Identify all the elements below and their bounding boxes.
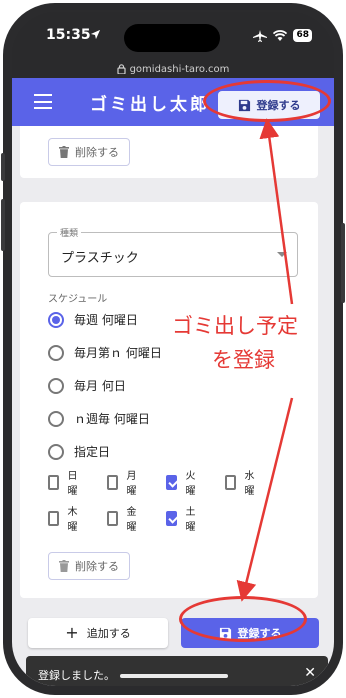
lock-icon bbox=[116, 64, 126, 74]
delete-button[interactable]: 削除する bbox=[48, 552, 130, 580]
plus-icon: + bbox=[65, 623, 79, 642]
schedule-option-monthly-day[interactable]: 毎月 何日 bbox=[48, 377, 126, 394]
type-select[interactable]: 種類 プラスチック bbox=[48, 226, 298, 277]
weekday-label: 月曜 bbox=[126, 471, 137, 497]
checkbox[interactable] bbox=[166, 474, 178, 490]
add-button-label: 追加する bbox=[86, 627, 131, 640]
side-button bbox=[341, 223, 345, 303]
schedule-option-specific-date[interactable]: 指定日 bbox=[48, 443, 110, 460]
menu-icon[interactable] bbox=[34, 94, 52, 109]
garbage-card-previous: 削除する bbox=[20, 126, 318, 178]
snackbar: 登録しました。 ✕ bbox=[26, 656, 328, 686]
side-button bbox=[1, 153, 5, 181]
trash-icon bbox=[59, 560, 69, 572]
schedule-option-label: ｎ週毎 何曜日 bbox=[74, 412, 150, 426]
trash-icon bbox=[59, 146, 69, 158]
checkbox[interactable] bbox=[166, 510, 178, 526]
garbage-card: 種類 プラスチック スケジュール 毎週 何曜日 毎月第ｎ 何曜日 毎月 何日 ｎ… bbox=[20, 202, 318, 598]
schedule-label: スケジュール bbox=[48, 294, 108, 305]
schedule-option-label: 毎週 何曜日 bbox=[74, 313, 138, 327]
weekday-label: 水曜 bbox=[244, 471, 255, 497]
weekday-checkbox-mon[interactable]: 月曜 bbox=[107, 467, 140, 497]
home-indicator bbox=[120, 674, 228, 678]
status-bar: 15:35 68 bbox=[12, 12, 334, 64]
schedule-option-label: 毎月第ｎ 何曜日 bbox=[74, 346, 162, 360]
annotation-text-line2: を登録 bbox=[212, 348, 275, 372]
radio-button[interactable] bbox=[48, 311, 64, 328]
checkbox[interactable] bbox=[107, 474, 119, 490]
schedule-option-monthly-nth[interactable]: 毎月第ｎ 何曜日 bbox=[48, 344, 162, 361]
radio-button[interactable] bbox=[48, 443, 64, 460]
weekday-checkbox-tue[interactable]: 火曜 bbox=[166, 467, 199, 497]
url-text: gomidashi-taro.com bbox=[129, 63, 230, 75]
highlight-ellipse-top bbox=[203, 80, 331, 122]
delete-button-label: 削除する bbox=[75, 146, 119, 159]
delete-button-label: 削除する bbox=[75, 560, 119, 573]
checkbox[interactable] bbox=[48, 474, 60, 490]
url-bar[interactable]: gomidashi-taro.com bbox=[12, 60, 334, 78]
chevron-down-icon bbox=[277, 252, 287, 257]
side-button bbox=[1, 199, 5, 251]
radio-button[interactable] bbox=[48, 410, 64, 427]
location-arrow-icon bbox=[90, 29, 101, 40]
weekday-label: 火曜 bbox=[185, 471, 196, 497]
snackbar-message: 登録しました。 bbox=[38, 669, 115, 682]
weekday-checkbox-sat[interactable]: 土曜 bbox=[166, 503, 199, 533]
highlight-ellipse-bottom bbox=[179, 596, 307, 642]
status-time: 15:35 bbox=[46, 27, 91, 43]
add-button[interactable]: + 追加する bbox=[28, 618, 168, 648]
type-select-value: プラスチック bbox=[61, 251, 139, 266]
weekday-checkbox-sun[interactable]: 日曜 bbox=[48, 467, 81, 497]
wifi-icon bbox=[273, 30, 288, 41]
weekday-checkbox-wed[interactable]: 水曜 bbox=[225, 467, 258, 497]
weekday-checkbox-thu[interactable]: 木曜 bbox=[48, 503, 81, 533]
checkbox[interactable] bbox=[225, 474, 237, 490]
checkbox[interactable] bbox=[48, 510, 60, 526]
weekday-label: 土曜 bbox=[185, 507, 196, 533]
delete-button-previous[interactable]: 削除する bbox=[48, 138, 130, 166]
weekday-label: 日曜 bbox=[67, 471, 78, 497]
annotation-text-line1: ゴミ出し予定 bbox=[172, 314, 298, 338]
schedule-option-weekly[interactable]: 毎週 何曜日 bbox=[48, 311, 138, 328]
schedule-option-label: 指定日 bbox=[74, 445, 111, 459]
schedule-option-label: 毎月 何日 bbox=[74, 379, 126, 393]
weekday-checkbox-fri[interactable]: 金曜 bbox=[107, 503, 140, 533]
radio-button[interactable] bbox=[48, 377, 64, 394]
checkbox[interactable] bbox=[107, 510, 119, 526]
battery-indicator: 68 bbox=[293, 29, 312, 42]
weekday-label: 金曜 bbox=[126, 507, 137, 533]
dynamic-island bbox=[124, 24, 220, 52]
schedule-option-every-n-weeks[interactable]: ｎ週毎 何曜日 bbox=[48, 410, 150, 427]
weekday-label: 木曜 bbox=[67, 507, 78, 533]
status-icons: 68 bbox=[253, 29, 312, 42]
type-select-label: 種類 bbox=[57, 226, 82, 239]
close-icon[interactable]: ✕ bbox=[304, 665, 316, 681]
radio-button[interactable] bbox=[48, 344, 64, 361]
airplane-icon bbox=[253, 29, 268, 42]
app-title: ゴミ出し太郎 bbox=[90, 95, 210, 115]
